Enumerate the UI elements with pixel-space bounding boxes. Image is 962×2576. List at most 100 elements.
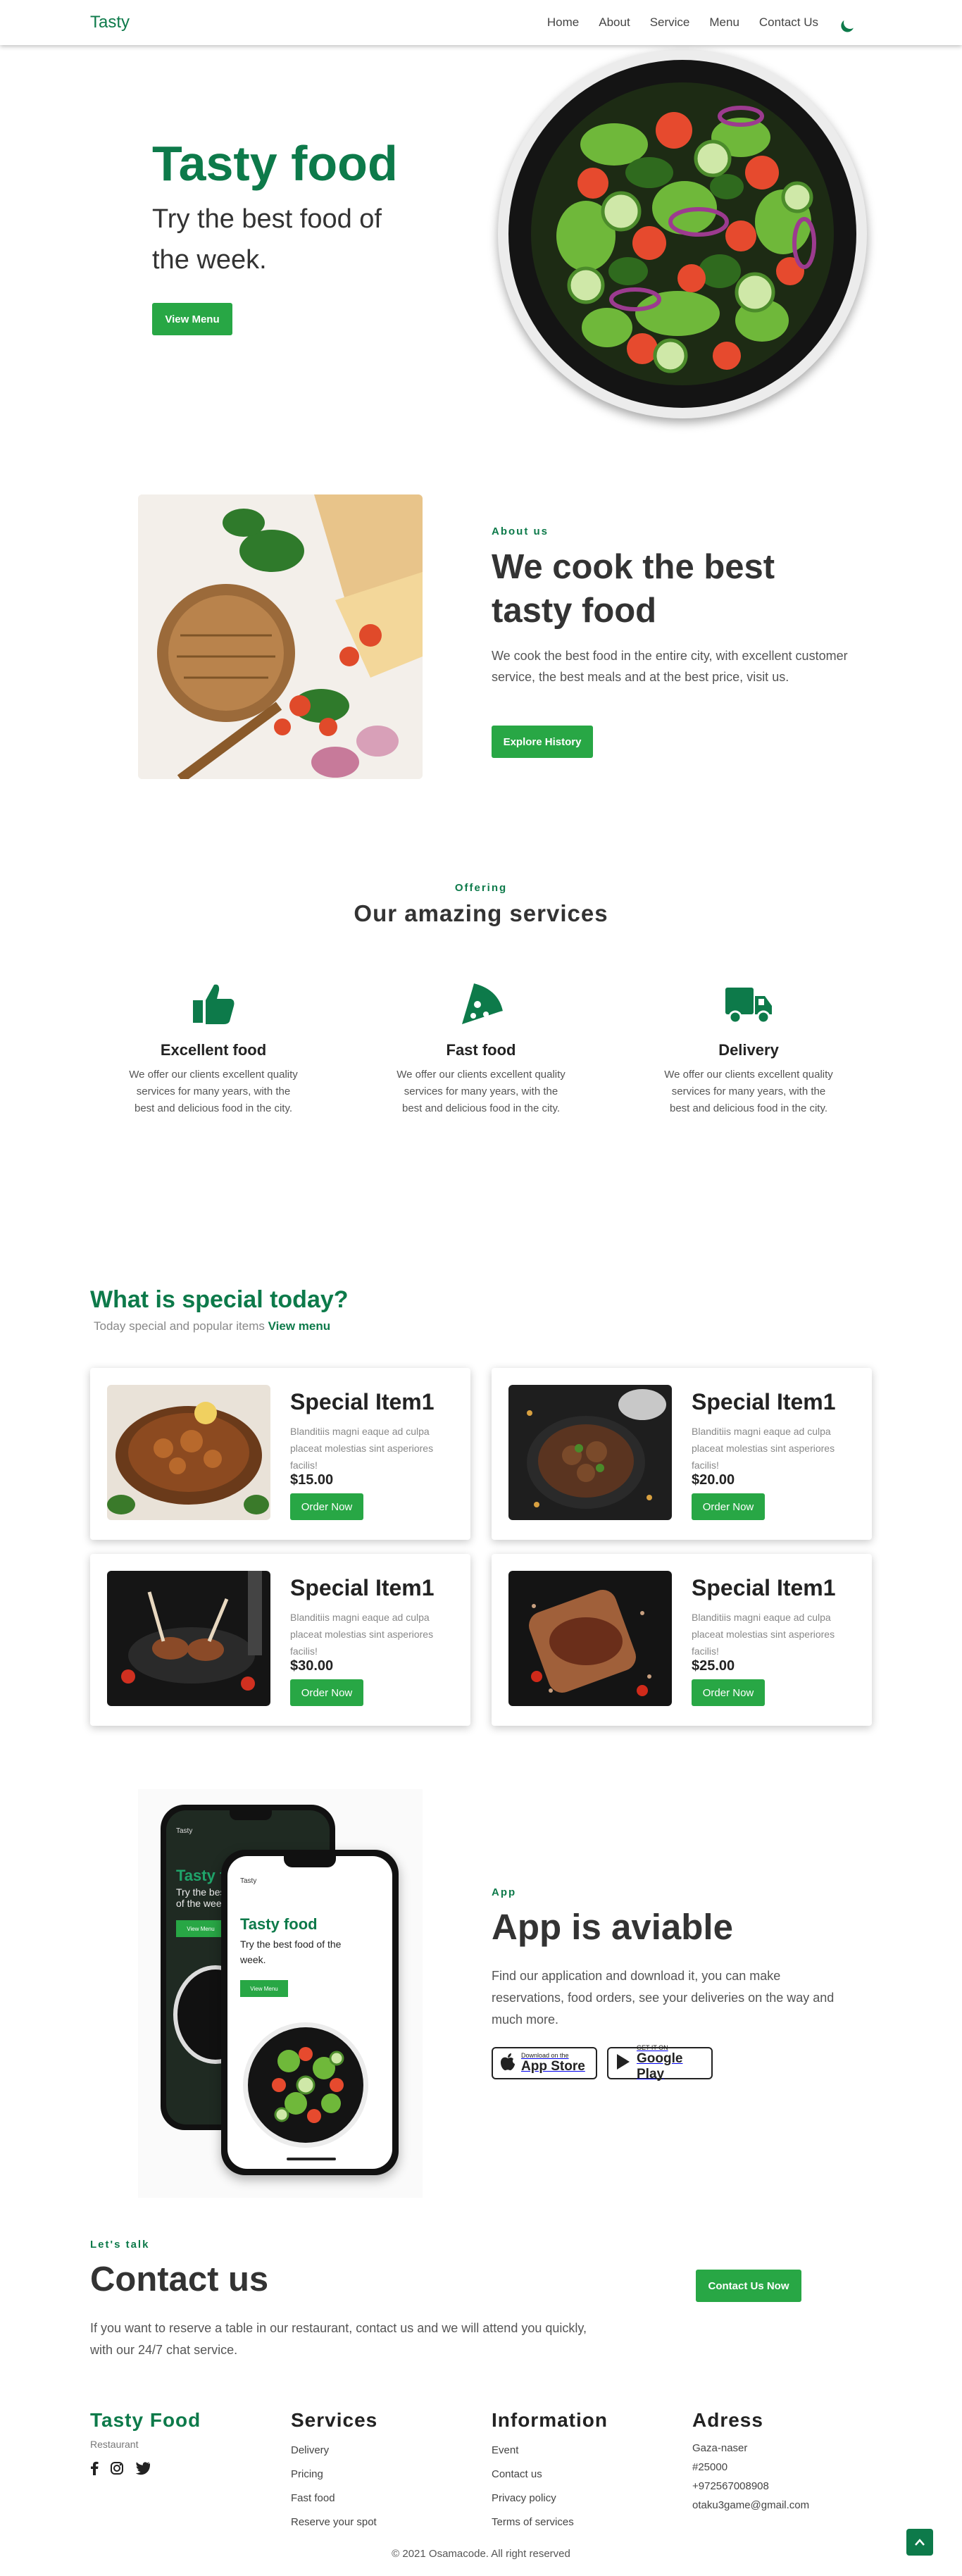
- apple-icon: [500, 2053, 516, 2074]
- special-card: Special Item1 Blanditiis magni eaque ad …: [492, 1368, 872, 1540]
- specials-subtitle-text: Today special and popular items: [94, 1319, 265, 1333]
- dish-image: [508, 1385, 672, 1520]
- order-now-button[interactable]: Order Now: [290, 1493, 363, 1520]
- nav-contact[interactable]: Contact Us: [759, 15, 818, 30]
- footer-information-column: Information Event Contact us Privacy pol…: [492, 2409, 608, 2534]
- nav-home[interactable]: Home: [547, 15, 579, 30]
- dish-price: $30.00: [290, 1658, 334, 1674]
- explore-history-button[interactable]: Explore History: [492, 726, 593, 758]
- footer-address-title: Adress: [692, 2409, 763, 2431]
- contact-kicker: Let's talk: [90, 2239, 150, 2251]
- special-card: Special Item1 Blanditiis magni eaque ad …: [90, 1368, 470, 1540]
- order-now-button[interactable]: Order Now: [692, 1679, 765, 1706]
- google-play-big: Google Play: [637, 2051, 683, 2082]
- footer-info-title: Information: [492, 2409, 608, 2431]
- service-title: Delivery: [718, 1041, 779, 1059]
- order-now-button[interactable]: Order Now: [290, 1679, 363, 1706]
- contact-us-now-button[interactable]: Contact Us Now: [696, 2270, 801, 2302]
- dish-name: Special Item1: [290, 1575, 435, 1600]
- footer-link[interactable]: Contact us: [492, 2463, 608, 2487]
- specials-title: What is special today?: [90, 1286, 349, 1313]
- copyright: © 2021 Osamacode. All right reserved: [392, 2548, 570, 2560]
- phone-back-brand: Tasty: [176, 1827, 193, 1835]
- navbar: Tasty Home About Service Menu Contact Us: [0, 0, 962, 45]
- dish-name: Special Item1: [290, 1389, 435, 1414]
- phone-button: View Menu: [240, 1980, 288, 1997]
- contact-text: If you want to reserve a table in our re…: [90, 2321, 587, 2357]
- nav-about[interactable]: About: [599, 15, 630, 30]
- hero-subtitle: Try the best food of the week.: [152, 204, 382, 275]
- app-store-button[interactable]: Download on the App Store: [492, 2047, 597, 2079]
- phone-subtitle: Try the best food of the week.: [240, 1939, 342, 1965]
- dish-description: Blanditiis magni eaque ad culpa placeat …: [290, 1612, 434, 1657]
- address-line: +972567008908: [692, 2480, 769, 2492]
- nav-menu: Home About Service Menu Contact Us: [547, 15, 856, 30]
- services-title: Our amazing services: [354, 900, 608, 926]
- address-line: Gaza-naser: [692, 2442, 748, 2454]
- phone-front: Tasty Tasty food Try the best food of th…: [221, 1850, 399, 2175]
- dish-image: [107, 1385, 270, 1520]
- footer-link[interactable]: Terms of services: [492, 2510, 608, 2534]
- address-line: #25000: [692, 2461, 728, 2473]
- app-store-big: App Store: [521, 2059, 585, 2074]
- about-text: We cook the best food in the entire city…: [492, 649, 848, 684]
- footer-link[interactable]: Reserve your spot: [291, 2510, 377, 2534]
- footer-link[interactable]: Pricing: [291, 2463, 377, 2487]
- app-phones-image: Tasty Tasty food Try the best food of th…: [138, 1789, 423, 2198]
- arrow-up-icon: [915, 2539, 925, 2546]
- brand-logo[interactable]: Tasty: [90, 13, 130, 32]
- footer-brand-sub: Restaurant: [90, 2439, 139, 2450]
- service-text: We offer our clients excellent quality s…: [664, 1069, 833, 1114]
- pizza-slice-icon: [456, 979, 506, 1028]
- facebook-icon[interactable]: [90, 2461, 99, 2479]
- services-kicker: Offering: [454, 882, 508, 894]
- phone-brand: Tasty: [240, 1877, 257, 1885]
- footer-link[interactable]: Fast food: [291, 2487, 377, 2510]
- service-title: Excellent food: [160, 1041, 267, 1059]
- footer-link[interactable]: Delivery: [291, 2439, 377, 2463]
- hero-title: Tasty food: [152, 136, 398, 191]
- about-food-image: [138, 494, 423, 779]
- truck-icon: [724, 979, 773, 1028]
- dish-description: Blanditiis magni eaque ad culpa placeat …: [290, 1426, 434, 1471]
- footer-services-title: Services: [291, 2409, 378, 2431]
- app-text: Find our application and download it, yo…: [492, 1969, 835, 2027]
- google-play-button[interactable]: GET IT ON Google Play: [607, 2044, 713, 2082]
- dish-name: Special Item1: [692, 1575, 836, 1600]
- instagram-icon[interactable]: [110, 2461, 124, 2479]
- about-title: We cook the best tasty food: [492, 548, 775, 630]
- service-text: We offer our clients excellent quality s…: [129, 1069, 298, 1114]
- app-title: App is aviable: [492, 1907, 733, 1947]
- dish-image: [508, 1571, 672, 1706]
- twitter-icon[interactable]: [135, 2461, 151, 2479]
- service-text: We offer our clients excellent quality s…: [396, 1069, 566, 1114]
- app-kicker: App: [492, 1886, 517, 1898]
- footer-services-column: Services Delivery Pricing Fast food Rese…: [291, 2409, 377, 2534]
- nav-menu-link[interactable]: Menu: [709, 15, 739, 30]
- nav-service[interactable]: Service: [650, 15, 690, 30]
- specials-subtitle: Today special and popular items View men…: [94, 1319, 330, 1333]
- app-store-small: Download on the: [521, 2052, 569, 2059]
- dish-image: [107, 1571, 270, 1706]
- address-line: otaku3game@gmail.com: [692, 2499, 810, 2511]
- view-menu-button[interactable]: View Menu: [152, 303, 232, 335]
- service-delivery: Delivery We offer our clients excellent …: [664, 979, 833, 1117]
- dish-description: Blanditiis magni eaque ad culpa placeat …: [692, 1426, 835, 1471]
- dish-price: $20.00: [692, 1472, 735, 1488]
- phone-title: Tasty food: [240, 1915, 318, 1933]
- dish-price: $15.00: [290, 1472, 334, 1488]
- view-menu-link[interactable]: View menu: [268, 1319, 331, 1333]
- service-fast-food: Fast food We offer our clients excellent…: [396, 979, 566, 1117]
- dish-description: Blanditiis magni eaque ad culpa placeat …: [692, 1612, 835, 1657]
- footer-link[interactable]: Privacy policy: [492, 2487, 608, 2510]
- special-card: Special Item1 Blanditiis magni eaque ad …: [90, 1554, 470, 1726]
- service-excellent-food: Excellent food We offer our clients exce…: [129, 979, 298, 1117]
- special-card: Special Item1 Blanditiis magni eaque ad …: [492, 1554, 872, 1726]
- service-title: Fast food: [446, 1041, 516, 1059]
- dish-price: $25.00: [692, 1658, 735, 1674]
- moon-icon[interactable]: [842, 14, 858, 30]
- play-icon: [616, 2053, 631, 2074]
- order-now-button[interactable]: Order Now: [692, 1493, 765, 1520]
- footer-link[interactable]: Event: [492, 2439, 608, 2463]
- google-play-small: GET IT ON: [637, 2044, 668, 2051]
